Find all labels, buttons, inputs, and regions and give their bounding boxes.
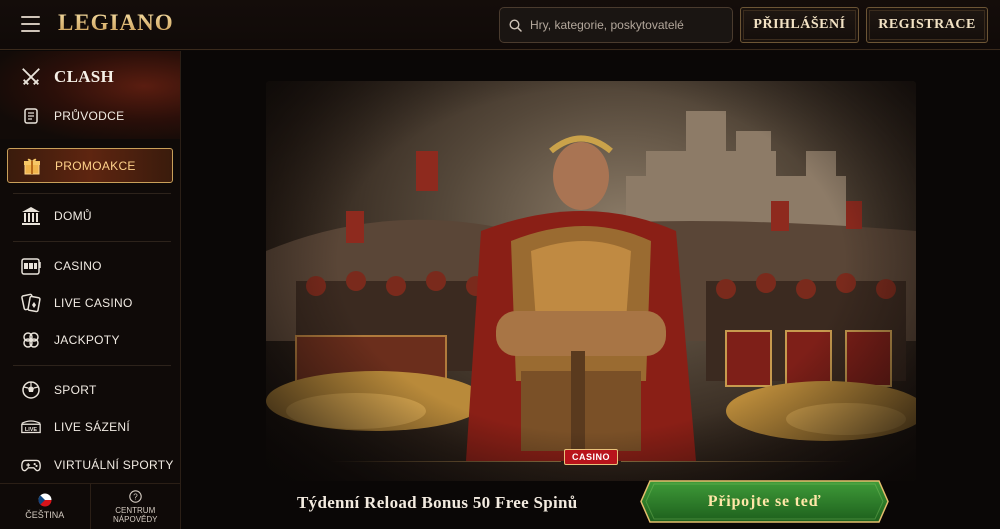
sidebar-item-label: PRŮVODCE xyxy=(54,109,125,123)
sidebar-item-promotions[interactable]: PROMOAKCE xyxy=(7,148,173,183)
sidebar-item-label: LIVE SÁZENÍ xyxy=(54,420,130,434)
login-button[interactable]: PŘIHLÁŠENÍ xyxy=(740,7,859,43)
promo-bar: CASINO Týdenní Reload Bonus 50 Free Spin… xyxy=(181,449,1000,529)
gold-divider-left xyxy=(331,461,561,462)
casino-badge: CASINO xyxy=(564,449,618,465)
sidebar-item-sport[interactable]: SPORT xyxy=(0,372,180,408)
join-now-button[interactable]: Připojte se teď xyxy=(640,480,889,523)
svg-text:LIVE: LIVE xyxy=(25,427,38,433)
sidebar-item-live-casino[interactable]: LIVE CASINO xyxy=(0,285,180,321)
sidebar-item-label: LIVE CASINO xyxy=(54,296,133,310)
question-mark-icon: ? xyxy=(129,489,142,503)
search-icon xyxy=(509,18,522,32)
language-selector[interactable]: ČEŠTINA xyxy=(0,484,90,529)
sidebar-item-label: SPORT xyxy=(54,383,97,397)
scroll-icon xyxy=(20,105,42,127)
sidebar-item-label: CLASH xyxy=(54,67,115,86)
playing-cards-icon xyxy=(20,292,42,314)
help-center-link[interactable]: ? CENTRUM NÁPOVĚDY xyxy=(89,484,181,529)
search-input[interactable] xyxy=(530,18,725,32)
sidebar-item-clash[interactable]: CLASH xyxy=(0,59,180,95)
sidebar-item-virtual-sports[interactable]: VIRTUÁLNÍ SPORTY xyxy=(0,447,180,483)
ball-icon xyxy=(20,379,42,401)
czech-flag-icon xyxy=(38,493,52,507)
sidebar-footer: ČEŠTINA ? CENTRUM NÁPOVĚDY xyxy=(0,483,180,529)
gift-icon xyxy=(21,155,43,177)
search-box[interactable] xyxy=(499,7,733,43)
gold-divider-right xyxy=(621,461,851,462)
hero-vignette xyxy=(266,81,916,481)
hero-banner-image[interactable] xyxy=(266,81,916,481)
sidebar-item-casino[interactable]: CASINO xyxy=(0,248,180,284)
sidebar-item-label: JACKPOTY xyxy=(54,333,120,347)
main-content: CASINO Týdenní Reload Bonus 50 Free Spin… xyxy=(181,51,1000,529)
help-center-label-line2: NÁPOVĚDY xyxy=(113,514,158,524)
sidebar-item-home[interactable]: DOMŮ xyxy=(0,198,180,234)
legiano-logo[interactable]: LEGIANO xyxy=(58,10,174,36)
sidebar-item-live-betting[interactable]: LIVE LIVE SÁZENÍ xyxy=(0,409,180,445)
sidebar: CLASH PRŮVODCE PROMOAKCE DOMŮ CASINO LIV… xyxy=(0,51,181,529)
join-now-label: Připojte se teď xyxy=(707,492,822,510)
gamepad-icon xyxy=(20,454,42,476)
sidebar-divider xyxy=(13,241,171,242)
sidebar-item-label: CASINO xyxy=(54,259,102,273)
slot-machine-icon xyxy=(20,255,42,277)
sidebar-divider xyxy=(13,193,171,194)
temple-icon xyxy=(20,205,42,227)
clover-icon xyxy=(20,329,42,351)
sidebar-item-jackpots[interactable]: JACKPOTY xyxy=(0,322,180,358)
live-stadium-icon: LIVE xyxy=(20,416,42,438)
sidebar-divider xyxy=(13,365,171,366)
register-button[interactable]: REGISTRACE xyxy=(866,7,988,43)
crossed-swords-icon xyxy=(20,66,42,88)
sidebar-item-guide[interactable]: PRŮVODCE xyxy=(0,98,180,134)
sidebar-item-label: PROMOAKCE xyxy=(55,158,136,173)
hamburger-menu-icon[interactable] xyxy=(21,16,40,32)
top-bar: LEGIANO PŘIHLÁŠENÍ REGISTRACE xyxy=(0,0,1000,50)
language-label: ČEŠTINA xyxy=(25,510,65,520)
sidebar-item-label: DOMŮ xyxy=(54,209,92,223)
sidebar-item-label: VIRTUÁLNÍ SPORTY xyxy=(54,458,174,472)
svg-text:?: ? xyxy=(133,492,138,501)
help-center-label-line1: CENTRUM xyxy=(115,505,156,515)
promo-title: Týdenní Reload Bonus 50 Free Spinů xyxy=(297,493,578,512)
